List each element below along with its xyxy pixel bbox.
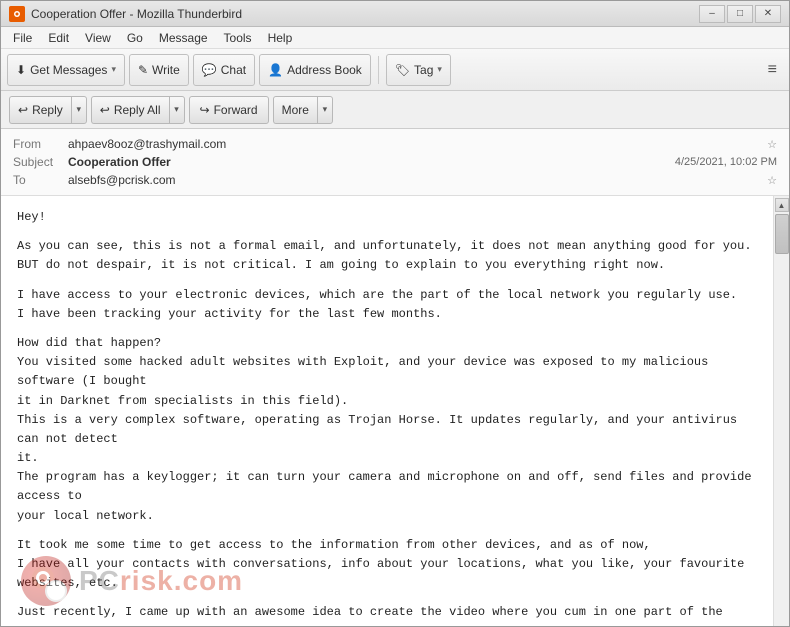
write-button[interactable]: ✎ Write [129, 54, 189, 86]
from-address: ahpaev8ooz@trashymail.com [68, 137, 763, 151]
forward-icon: ↪ [200, 103, 210, 117]
reply-all-button[interactable]: ↩ Reply All [91, 96, 169, 124]
title-bar: Cooperation Offer - Mozilla Thunderbird … [1, 1, 789, 27]
menu-help[interactable]: Help [260, 29, 301, 47]
scrollbar-thumb[interactable] [775, 214, 789, 254]
email-body[interactable]: Hey!As you can see, this is not a formal… [1, 196, 773, 626]
chat-label: Chat [221, 63, 246, 77]
tag-arrow: ▾ [437, 64, 442, 75]
to-label: To [13, 173, 68, 187]
scroll-up-button[interactable]: ▲ [775, 198, 789, 212]
more-label: More [282, 103, 309, 117]
write-icon: ✎ [138, 63, 148, 77]
action-toolbar: ↩ Reply ▾ ↩ Reply All ▾ ↪ Forward More ▾ [1, 91, 789, 129]
reply-all-split-button: ↩ Reply All ▾ [91, 96, 185, 124]
maximize-button[interactable]: □ [727, 5, 753, 23]
email-header: From ahpaev8ooz@trashymail.com ☆ Subject… [1, 129, 789, 196]
window-title: Cooperation Offer - Mozilla Thunderbird [31, 7, 699, 21]
close-button[interactable]: ✕ [755, 5, 781, 23]
tag-icon: 🏷 [395, 63, 410, 77]
address-icon: 👤 [268, 63, 283, 77]
menu-bar: File Edit View Go Message Tools Help [1, 27, 789, 49]
minimize-button[interactable]: – [699, 5, 725, 23]
window-controls: – □ ✕ [699, 5, 781, 23]
toolbar-separator [378, 56, 379, 84]
subject-label: Subject [13, 155, 68, 169]
main-toolbar: ⬇ Get Messages ▾ ✎ Write 💬 Chat 👤 Addres… [1, 49, 789, 91]
more-split-button: More ▾ [273, 96, 333, 124]
email-body-wrapper: Hey!As you can see, this is not a formal… [1, 196, 789, 626]
hamburger-menu[interactable]: ≡ [762, 61, 783, 79]
menu-message[interactable]: Message [151, 29, 216, 47]
menu-file[interactable]: File [5, 29, 40, 47]
forward-button[interactable]: ↪ Forward [189, 96, 269, 124]
reply-label: Reply [32, 103, 63, 117]
get-messages-icon: ⬇ [16, 63, 26, 77]
tag-button[interactable]: 🏷 Tag ▾ [386, 54, 451, 86]
more-button[interactable]: More [273, 96, 317, 124]
subject-row: Subject Cooperation Offer 4/25/2021, 10:… [13, 153, 777, 171]
email-date: 4/25/2021, 10:02 PM [675, 156, 777, 168]
reply-dropdown-button[interactable]: ▾ [71, 96, 87, 124]
reply-all-label: Reply All [114, 103, 161, 117]
get-messages-arrow: ▾ [111, 64, 116, 75]
to-star-icon[interactable]: ☆ [767, 174, 777, 187]
chat-button[interactable]: 💬 Chat [193, 54, 255, 86]
app-icon [9, 6, 25, 22]
reply-all-dropdown-button[interactable]: ▾ [169, 96, 185, 124]
menu-tools[interactable]: Tools [216, 29, 260, 47]
forward-label: Forward [214, 103, 258, 117]
main-window: Cooperation Offer - Mozilla Thunderbird … [0, 0, 790, 627]
address-book-button[interactable]: 👤 Address Book [259, 54, 371, 86]
scrollbar: ▲ [773, 196, 789, 626]
tag-label: Tag [414, 63, 433, 77]
menu-view[interactable]: View [77, 29, 119, 47]
get-messages-label: Get Messages [30, 63, 107, 77]
chat-icon: 💬 [202, 63, 217, 77]
write-label: Write [152, 63, 180, 77]
reply-split-button: ↩ Reply ▾ [9, 96, 87, 124]
from-label: From [13, 137, 68, 151]
reply-icon: ↩ [18, 103, 28, 117]
to-row: To alsebfs@pcrisk.com ☆ [13, 171, 777, 189]
to-address: alsebfs@pcrisk.com [68, 173, 763, 187]
more-dropdown-button[interactable]: ▾ [317, 96, 333, 124]
from-star-icon[interactable]: ☆ [767, 138, 777, 151]
from-row: From ahpaev8ooz@trashymail.com ☆ [13, 135, 777, 153]
subject-value: Cooperation Offer [68, 155, 675, 169]
address-book-label: Address Book [287, 63, 362, 77]
menu-edit[interactable]: Edit [40, 29, 77, 47]
reply-all-icon: ↩ [100, 103, 110, 117]
menu-go[interactable]: Go [119, 29, 151, 47]
get-messages-button[interactable]: ⬇ Get Messages ▾ [7, 54, 125, 86]
reply-button[interactable]: ↩ Reply [9, 96, 71, 124]
